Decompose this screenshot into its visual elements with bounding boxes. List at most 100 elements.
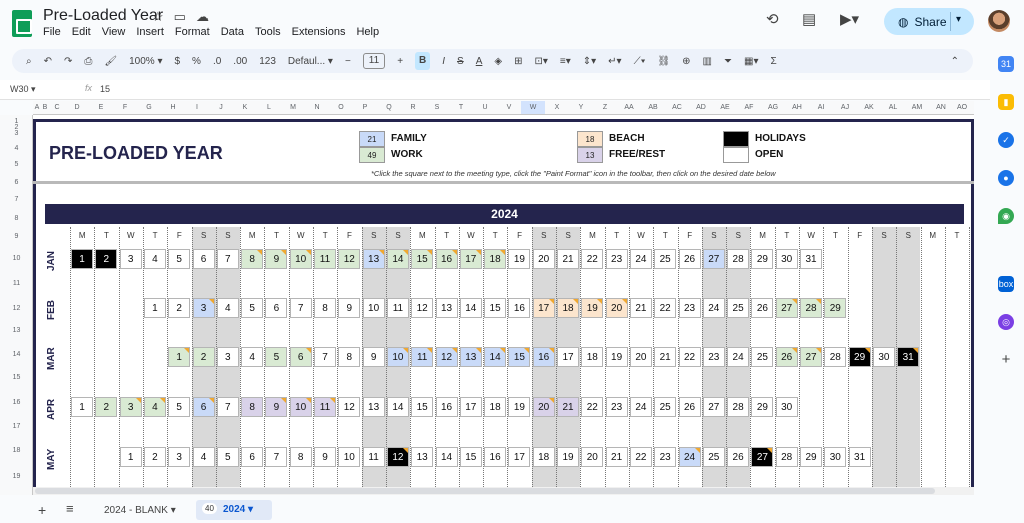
- column-header[interactable]: C: [49, 104, 65, 111]
- strikethrough-icon[interactable]: S: [457, 56, 464, 67]
- row-header[interactable]: 18: [0, 447, 33, 454]
- legend-swatch[interactable]: [723, 131, 749, 147]
- menu-edit[interactable]: Edit: [72, 26, 91, 38]
- row-header[interactable]: 9: [0, 233, 33, 240]
- tasks-icon[interactable]: ✓: [998, 132, 1014, 148]
- date-cell[interactable]: 16: [484, 447, 507, 467]
- column-header[interactable]: X: [545, 104, 569, 111]
- date-cell[interactable]: 4: [192, 447, 215, 467]
- date-cell[interactable]: 8: [338, 347, 361, 367]
- date-cell[interactable]: 14: [459, 298, 482, 318]
- column-header[interactable]: Y: [569, 104, 593, 111]
- currency-button[interactable]: $: [174, 56, 180, 67]
- legend-swatch[interactable]: 21: [359, 131, 385, 147]
- date-cell[interactable]: 28: [824, 347, 847, 367]
- date-cell[interactable]: 10: [362, 298, 385, 318]
- star-icon[interactable]: ☆: [152, 9, 174, 24]
- date-cell[interactable]: 7: [216, 397, 239, 417]
- row-header[interactable]: 16: [0, 399, 33, 406]
- date-cell[interactable]: 2: [143, 447, 166, 467]
- freeze-line[interactable]: [33, 181, 974, 184]
- all-sheets-icon[interactable]: ≡: [66, 501, 74, 516]
- date-cell[interactable]: 14: [435, 447, 458, 467]
- tab-2024[interactable]: 40 2024 ▾: [196, 500, 272, 520]
- date-cell[interactable]: 17: [459, 397, 482, 417]
- paint-format-icon[interactable]: 🖌: [104, 56, 117, 67]
- date-cell[interactable]: 17: [508, 447, 531, 467]
- date-cell[interactable]: 30: [775, 249, 798, 269]
- redo-icon[interactable]: ↷: [64, 56, 72, 67]
- date-cell[interactable]: 13: [362, 397, 385, 417]
- horizontal-scrollbar[interactable]: [33, 487, 974, 495]
- date-cell[interactable]: 14: [484, 347, 507, 367]
- vertical-align-icon[interactable]: ⇕▾: [583, 56, 596, 67]
- menu-help[interactable]: Help: [356, 26, 379, 38]
- contacts-icon[interactable]: ●: [998, 170, 1014, 186]
- column-header[interactable]: D: [65, 104, 89, 111]
- date-cell[interactable]: 15: [411, 397, 434, 417]
- insert-link-icon[interactable]: ⛓: [657, 56, 670, 67]
- date-cell[interactable]: 24: [678, 447, 701, 467]
- column-header[interactable]: K: [233, 104, 257, 111]
- column-header[interactable]: AO: [953, 104, 971, 111]
- date-cell[interactable]: 8: [241, 397, 264, 417]
- date-cell[interactable]: 5: [168, 249, 191, 269]
- date-cell[interactable]: 25: [727, 298, 750, 318]
- column-header[interactable]: AM: [905, 104, 929, 111]
- column-header[interactable]: AJ: [833, 104, 857, 111]
- column-header[interactable]: N: [305, 104, 329, 111]
- date-cell[interactable]: 20: [532, 397, 555, 417]
- date-cell[interactable]: 3: [192, 298, 215, 318]
- date-cell[interactable]: 22: [581, 397, 604, 417]
- filter-views-icon[interactable]: ▦▾: [744, 56, 758, 67]
- get-addons-icon[interactable]: +: [998, 352, 1014, 368]
- date-cell[interactable]: 28: [727, 397, 750, 417]
- column-header[interactable]: AI: [809, 104, 833, 111]
- date-cell[interactable]: 18: [484, 397, 507, 417]
- date-cell[interactable]: 20: [532, 249, 555, 269]
- column-header[interactable]: J: [209, 104, 233, 111]
- row-header[interactable]: 13: [0, 327, 33, 334]
- date-cell[interactable]: 6: [241, 447, 264, 467]
- date-cell[interactable]: 2: [95, 249, 118, 269]
- date-cell[interactable]: 14: [386, 249, 409, 269]
- column-header[interactable]: L: [257, 104, 281, 111]
- row-header[interactable]: 6: [0, 179, 33, 186]
- date-cell[interactable]: 21: [654, 347, 677, 367]
- date-cell[interactable]: 4: [216, 298, 239, 318]
- date-cell[interactable]: 12: [338, 397, 361, 417]
- row-header[interactable]: 11: [0, 280, 33, 287]
- date-cell[interactable]: 23: [654, 447, 677, 467]
- legend-swatch[interactable]: 13: [577, 147, 603, 163]
- date-cell[interactable]: 1: [143, 298, 166, 318]
- column-header[interactable]: Q: [377, 104, 401, 111]
- bold-button[interactable]: B: [415, 52, 431, 70]
- date-cell[interactable]: 31: [897, 347, 920, 367]
- date-cell[interactable]: 15: [508, 347, 531, 367]
- row-header[interactable]: 17: [0, 423, 33, 430]
- date-cell[interactable]: 18: [581, 347, 604, 367]
- date-cell[interactable]: 3: [168, 447, 191, 467]
- date-cell[interactable]: 20: [605, 298, 628, 318]
- document-title[interactable]: Pre-Loaded Year: [43, 7, 163, 25]
- insert-comment-icon[interactable]: ⊕: [682, 56, 690, 67]
- date-cell[interactable]: 22: [678, 347, 701, 367]
- date-cell[interactable]: 7: [265, 447, 288, 467]
- date-cell[interactable]: 9: [338, 298, 361, 318]
- date-cell[interactable]: 20: [581, 447, 604, 467]
- date-cell[interactable]: 5: [265, 347, 288, 367]
- date-cell[interactable]: 30: [872, 347, 895, 367]
- date-cell[interactable]: 7: [216, 249, 239, 269]
- legend-swatch[interactable]: [723, 147, 749, 163]
- date-cell[interactable]: 8: [241, 249, 264, 269]
- date-cell[interactable]: 10: [289, 397, 312, 417]
- date-cell[interactable]: 16: [435, 397, 458, 417]
- date-cell[interactable]: 10: [289, 249, 312, 269]
- date-cell[interactable]: 29: [800, 447, 822, 467]
- date-cell[interactable]: 7: [289, 298, 312, 318]
- date-cell[interactable]: 19: [581, 298, 604, 318]
- legend-swatch[interactable]: 49: [359, 147, 385, 163]
- date-cell[interactable]: 8: [289, 447, 312, 467]
- date-cell[interactable]: 5: [241, 298, 264, 318]
- menu-extensions[interactable]: Extensions: [292, 26, 346, 38]
